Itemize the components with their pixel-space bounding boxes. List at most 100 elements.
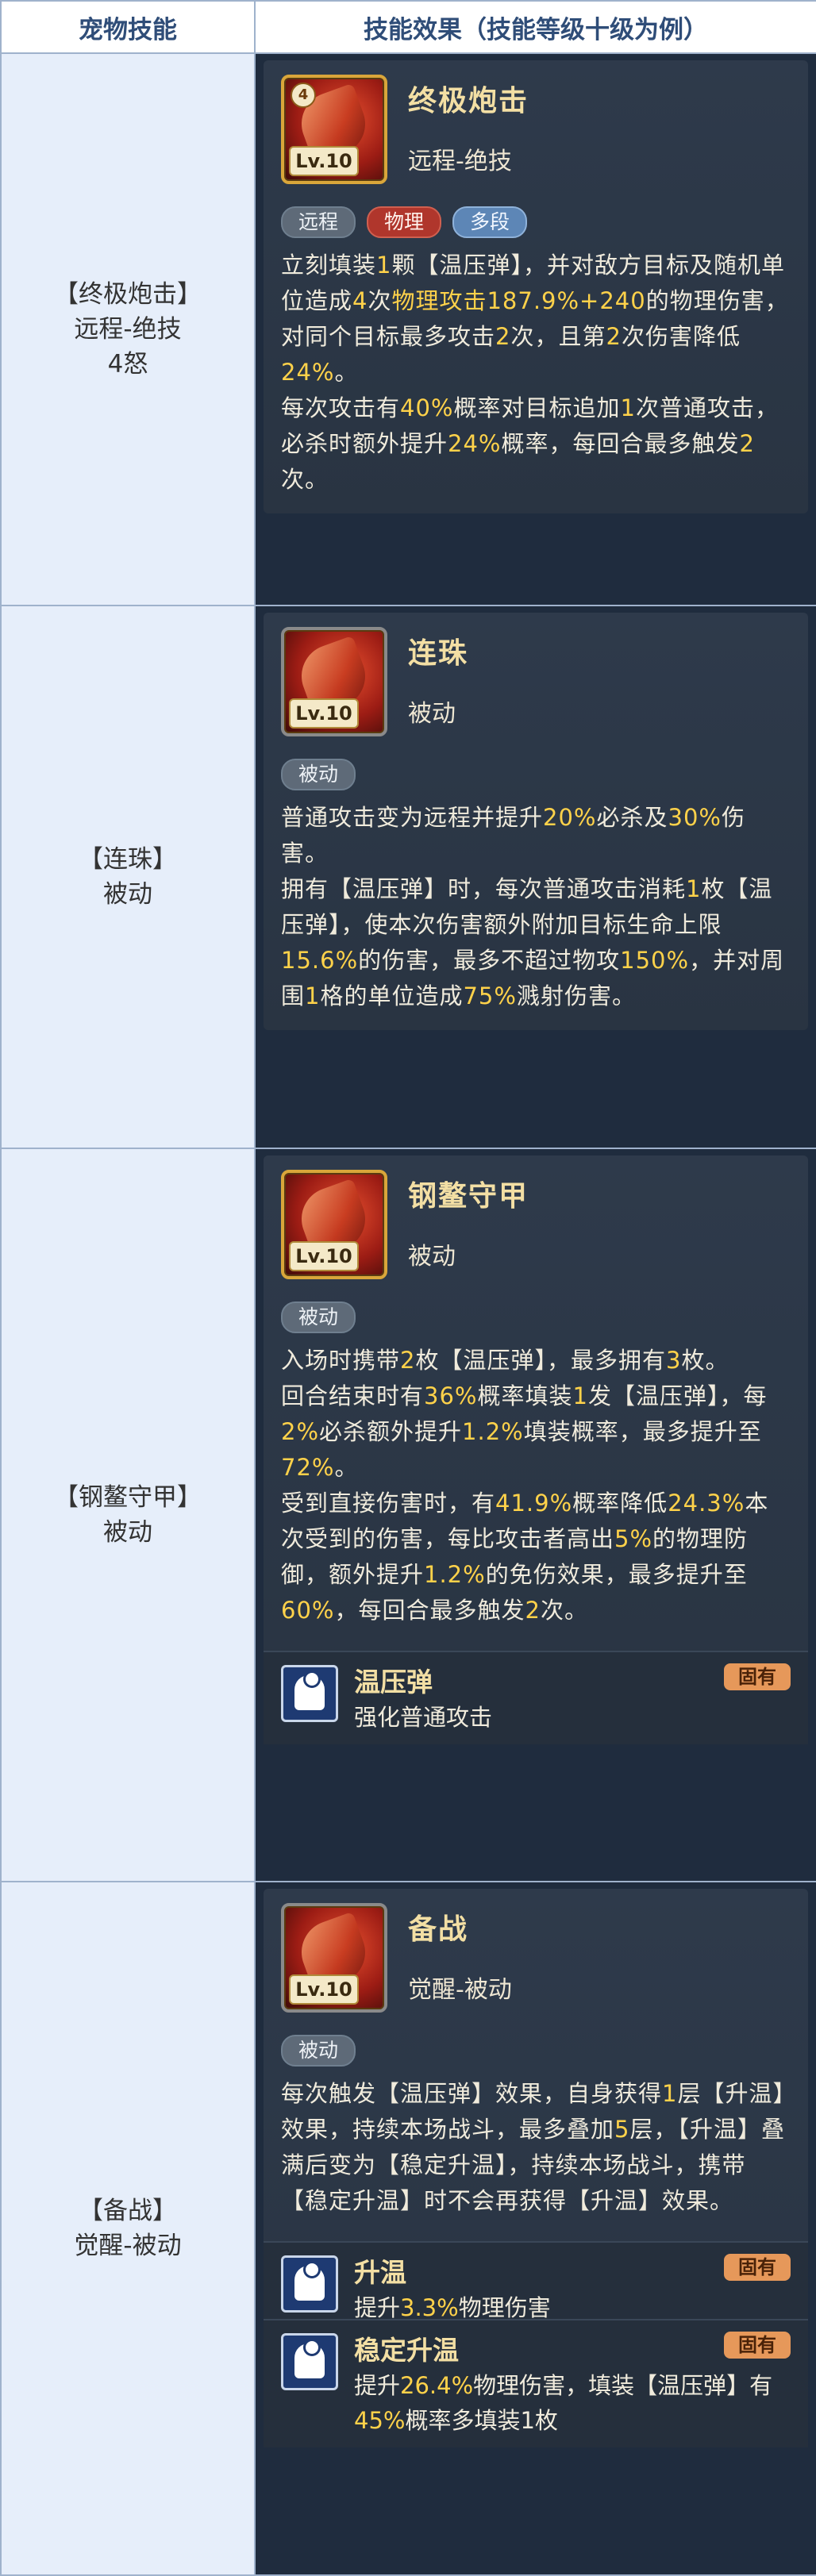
skill-label-cell: 【备战】 觉醒-被动	[0, 1881, 256, 2576]
highlight-value: 24%	[281, 359, 335, 386]
skill-card: Lv.10 备战 觉醒-被动 被动 每次触发【温压弹】效果，自身获得1层【升温】…	[264, 1889, 808, 2447]
highlight-value: 40%	[400, 394, 454, 421]
trait-description: 提升26.4%物理伤害，填装【温压弹】有 45%概率多填装1枚	[354, 2368, 792, 2438]
tag-multi-hit: 多段	[452, 206, 528, 238]
description-text: 次伤害降低	[621, 323, 741, 350]
skill-effect-cell: 4 Lv.10 终极炮击 远程-绝技 远程 物理 多段 立刻填装1颗【温压弹】，	[254, 52, 816, 606]
description-text: 回合结束时有	[281, 1382, 425, 1409]
skill-label-name: 【终极炮击】	[54, 280, 202, 309]
description-text: 入场时携带	[281, 1347, 401, 1374]
highlight-value: 1	[620, 394, 636, 421]
inherent-badge: 固有	[724, 2332, 791, 2359]
description-text: 立刻填装	[281, 252, 377, 279]
description-text: 的免伤效果，最多提升至	[485, 1561, 748, 1588]
trait-icon	[281, 2255, 338, 2313]
skill-type: 觉醒-被动	[408, 1976, 512, 2004]
tag-physical: 物理	[367, 206, 442, 238]
skill-label-type: 远程-绝技	[74, 315, 182, 344]
highlight-value: 24%	[448, 430, 502, 457]
highlight-value: 45%	[354, 2407, 406, 2434]
description-text: 填装概率，最多提升至	[523, 1418, 762, 1445]
description-text: 次。	[281, 466, 329, 493]
skill-description: 入场时携带2枚【温压弹】，最多拥有3枚。 回合结束时有36%概率填装1发【温压弹】…	[281, 1343, 792, 1628]
skill-name: 备战	[408, 1913, 469, 1946]
skill-name: 终极炮击	[408, 85, 529, 117]
description-text: ，每回合最多触发	[334, 1597, 525, 1624]
skill-name: 钢鳌守甲	[408, 1180, 529, 1213]
description-text: 提升	[354, 2372, 401, 2399]
description-text: 枚。	[681, 1347, 729, 1374]
highlight-value: 60%	[281, 1597, 335, 1624]
description-text: 概率对目标追加	[453, 394, 621, 421]
description-text: 每次攻击有	[281, 394, 401, 421]
description-text: 概率多填装1枚	[405, 2407, 558, 2434]
skill-card: Lv.10 钢鳌守甲 被动 被动 入场时携带2枚【温压弹】，最多拥有3枚。 回合结…	[264, 1155, 808, 1744]
description-text: 。	[334, 359, 359, 386]
skill-row: 【终极炮击】 远程-绝技 4怒 4 Lv.10 终极炮击 远程-绝技 远程 物理…	[0, 52, 816, 606]
skill-label-cell: 【钢鳌守甲】 被动	[0, 1148, 256, 1882]
description-text: 溅射伤害。	[516, 982, 636, 1009]
highlight-value: 2	[525, 1597, 541, 1624]
description-text: 普通攻击变为远程并提升	[281, 804, 544, 831]
highlight-value: 5%	[614, 1525, 653, 1552]
trait-icon	[281, 1665, 338, 1722]
trait-icon	[281, 2333, 338, 2390]
skill-label-cell: 【连珠】 被动	[0, 605, 256, 1149]
description-text: 概率填装	[477, 1382, 573, 1409]
skill-row: 【连珠】 被动 Lv.10 连珠 被动 被动 普通攻击变为远程并提升20%必杀及…	[0, 605, 816, 1149]
header-pet-skill: 宠物技能	[0, 0, 256, 54]
skill-icon: Lv.10	[281, 1170, 387, 1279]
highlight-value: 36%	[424, 1382, 478, 1409]
skill-label-name: 【连珠】	[79, 845, 177, 874]
tag-passive: 被动	[281, 759, 356, 790]
skill-label-rage: 4怒	[107, 350, 148, 379]
description-text: 物理伤害，填装【温压弹】有	[473, 2372, 773, 2399]
description-text: 格的单位造成	[320, 982, 464, 1009]
trait-description: 强化普通攻击	[354, 1704, 493, 1731]
skill-icon: Lv.10	[281, 627, 387, 736]
skill-effect-cell: Lv.10 备战 觉醒-被动 被动 每次触发【温压弹】效果，自身获得1层【升温】…	[254, 1881, 816, 2576]
description-text: 每次触发【温压弹】效果，自身获得	[281, 2080, 663, 2107]
highlight-value: 物理攻击187.9%+240	[391, 287, 646, 314]
description-text: 的伤害，最多不超过物攻	[358, 947, 621, 974]
tag-passive: 被动	[281, 2035, 356, 2067]
rank-badge: 4	[291, 83, 316, 108]
description-text: 次，且第	[510, 323, 606, 350]
skill-label-type: 被动	[103, 880, 152, 909]
level-badge: Lv.10	[289, 698, 359, 729]
description-text: 次	[368, 287, 392, 314]
inherent-badge: 固有	[724, 1663, 791, 1690]
highlight-value: 24.3%	[668, 1490, 745, 1517]
description-text: 次。	[540, 1597, 588, 1624]
highlight-value: 2	[606, 323, 622, 350]
highlight-value: 1	[305, 982, 321, 1009]
description-text: 提升	[354, 2294, 401, 2321]
inherent-badge: 固有	[724, 2254, 791, 2281]
skill-type: 被动	[408, 700, 456, 728]
highlight-value: 15.6%	[281, 947, 359, 974]
skill-description: 普通攻击变为远程并提升20%必杀及30%伤害。 拥有【温压弹】时，每次普通攻击消耗…	[281, 800, 792, 1014]
skill-type: 远程-绝技	[408, 148, 512, 175]
highlight-value: 1.2%	[424, 1561, 486, 1588]
highlight-value: 30%	[668, 804, 722, 831]
description-text: 物理伤害	[458, 2294, 551, 2321]
description-text: 枚【温压弹】，最多拥有	[415, 1347, 666, 1374]
highlight-value: 1	[686, 875, 702, 902]
skill-label-name: 【备战】	[79, 2197, 177, 2225]
highlight-value: 4	[352, 287, 368, 314]
skill-icon: Lv.10	[281, 1903, 387, 2013]
highlight-value: 2	[400, 1347, 416, 1374]
skill-label-type: 觉醒-被动	[74, 2232, 182, 2260]
header-skill-effect: 技能效果（技能等级十级为例）	[254, 0, 816, 54]
highlight-value: 20%	[543, 804, 597, 831]
description-text: 受到直接伤害时，有	[281, 1490, 496, 1517]
description-text: 发【温压弹】，每	[587, 1382, 768, 1409]
skill-icon: 4 Lv.10	[281, 75, 387, 184]
skill-description: 立刻填装1颗【温压弹】，并对敌方目标及随机单位造成4次物理攻击187.9%+24…	[281, 248, 792, 498]
highlight-value: 1.2%	[462, 1418, 524, 1445]
highlight-value: 1	[376, 252, 392, 279]
highlight-value: 150%	[620, 947, 690, 974]
tag-passive: 被动	[281, 1301, 356, 1333]
skill-table: 宠物技能 技能效果（技能等级十级为例） 【终极炮击】 远程-绝技 4怒 4 Lv…	[0, 0, 816, 2576]
highlight-value: 1	[662, 2080, 678, 2107]
